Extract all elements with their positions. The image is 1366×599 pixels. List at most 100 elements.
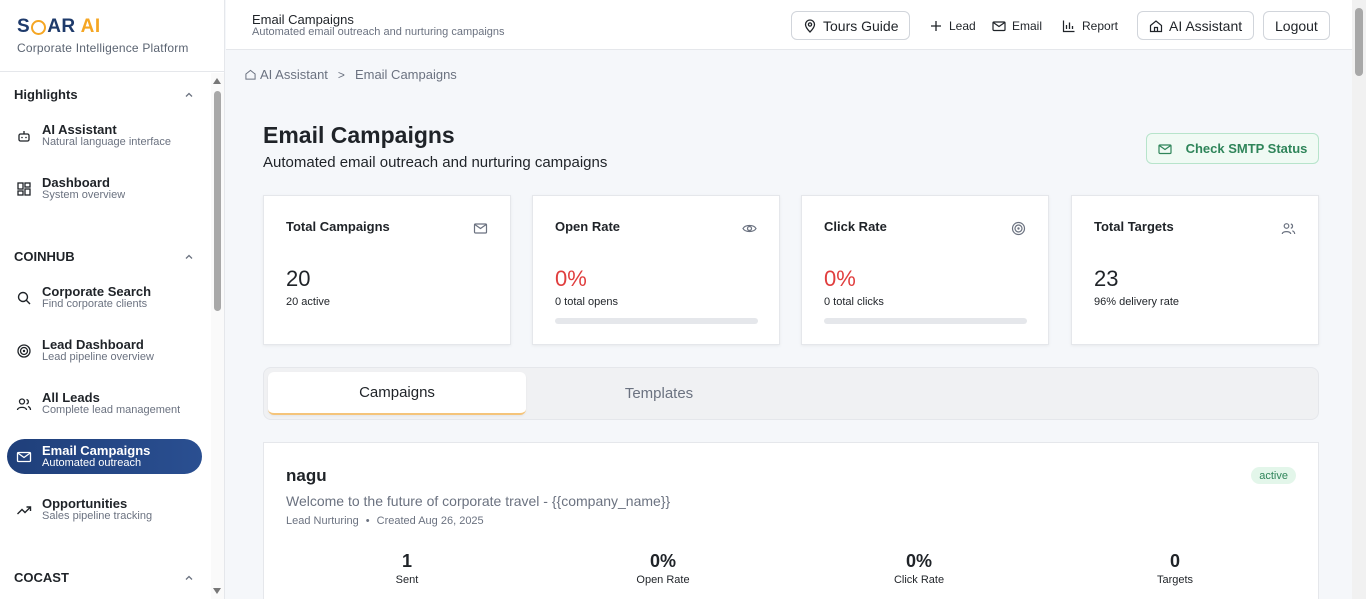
stat-label: Click Rate: [824, 219, 887, 234]
sidebar-scrollbar[interactable]: [211, 73, 224, 599]
sidebar-item-sub: Find corporate clients: [42, 298, 148, 310]
logo-text-1: S: [17, 16, 31, 37]
breadcrumb: AI Assistant > Email Campaigns: [245, 67, 457, 82]
stat-label: Total Campaigns: [286, 219, 390, 234]
breadcrumb-separator: >: [337, 67, 345, 82]
sidebar-item-sub: System overview: [42, 189, 126, 201]
mail-icon: [473, 223, 488, 234]
campaign-card[interactable]: nagu active Welcome to the future of cor…: [263, 442, 1319, 599]
metric-label: Targets: [1156, 574, 1194, 586]
stat-card-total-targets: Total Targets 23 96% delivery rate: [1071, 195, 1319, 345]
metric-label: Sent: [395, 574, 419, 586]
scrollbar-thumb[interactable]: [214, 91, 221, 311]
scroll-up-arrow-icon[interactable]: [213, 78, 221, 84]
mail-icon: [992, 20, 1006, 31]
stat-card-click-rate: Click Rate 0% 0 total clicks: [801, 195, 1049, 345]
bar-chart-icon: [1062, 20, 1075, 32]
metric-value: 0: [1169, 551, 1180, 571]
search-icon: [17, 291, 31, 304]
sidebar-item-sub: Natural language interface: [42, 136, 172, 148]
sidebar-item-sub: Sales pipeline tracking: [42, 510, 153, 522]
stat-value: 23: [1094, 266, 1119, 291]
metric-targets: 0 Targets: [1115, 551, 1235, 586]
campaign-created: Created Aug 26, 2025: [376, 515, 484, 527]
ai-assistant-button[interactable]: AI Assistant: [1137, 11, 1255, 40]
mail-icon: [1157, 143, 1172, 154]
breadcrumb-root[interactable]: AI Assistant: [260, 67, 328, 82]
sidebar-nav: Highlights AI Assistant Natural language …: [0, 73, 210, 599]
stat-value: 0%: [824, 266, 856, 291]
chevron-up-icon: [185, 575, 193, 580]
tab-campaigns[interactable]: Campaigns: [268, 372, 526, 415]
tabs: Campaigns Templates: [263, 367, 1319, 420]
section-cocast[interactable]: COCAST: [14, 570, 194, 585]
sidebar-item-all-leads[interactable]: All Leads Complete lead management: [7, 386, 202, 421]
metric-value: 0%: [905, 551, 932, 571]
mail-icon: [16, 451, 32, 462]
status-badge: active: [1251, 467, 1296, 484]
sidebar-item-sub: Automated outreach: [42, 457, 142, 469]
map-pin-icon: [804, 18, 816, 33]
target-icon: [1011, 221, 1026, 236]
sidebar-item-opportunities[interactable]: Opportunities Sales pipeline tracking: [7, 492, 202, 527]
section-title: COCAST: [14, 570, 69, 585]
sidebar-item-label: Lead Dashboard: [42, 336, 144, 352]
topbar: Email Campaigns Automated email outreach…: [226, 0, 1352, 50]
tours-guide-button[interactable]: Tours Guide: [791, 11, 911, 40]
topbar-subtitle: Automated email outreach and nurturing c…: [252, 26, 505, 38]
plus-icon: [931, 20, 941, 31]
page-subtitle: Automated email outreach and nurturing c…: [263, 154, 608, 171]
add-lead-button[interactable]: Lead: [929, 11, 976, 40]
section-coinhub[interactable]: COINHUB: [14, 249, 194, 264]
metric-open-rate: 0% Open Rate: [603, 551, 723, 586]
logo-robot-icon: [31, 19, 47, 35]
sidebar-item-corporate-search[interactable]: Corporate Search Find corporate clients: [7, 280, 202, 315]
chevron-up-icon: [185, 254, 193, 259]
sidebar: S AR AI Corporate Intelligence Platform …: [0, 0, 225, 599]
stat-card-open-rate: Open Rate 0% 0 total opens: [532, 195, 780, 345]
sidebar-item-label: Opportunities: [42, 495, 128, 511]
section-highlights[interactable]: Highlights: [14, 87, 194, 102]
sidebar-item-dashboard[interactable]: Dashboard System overview: [7, 171, 202, 206]
stat-label: Open Rate: [555, 219, 621, 234]
sidebar-item-label: Corporate Search: [42, 283, 152, 299]
sidebar-item-label: Email Campaigns: [42, 442, 151, 458]
campaign-meta: Lead Nurturing • Created Aug 26, 2025: [286, 515, 484, 527]
metric-label: Open Rate: [636, 574, 690, 586]
email-button[interactable]: Email: [992, 11, 1042, 40]
stat-note: 20 active: [286, 296, 331, 308]
sidebar-item-email-campaigns[interactable]: Email Campaigns Automated outreach: [7, 439, 202, 474]
check-smtp-status-button[interactable]: Check SMTP Status: [1146, 133, 1319, 164]
stat-note: 0 total opens: [555, 296, 618, 308]
sidebar-item-label: All Leads: [42, 389, 100, 405]
logout-button[interactable]: Logout: [1263, 11, 1330, 40]
stat-label: Total Targets: [1094, 219, 1174, 234]
breadcrumb-current: Email Campaigns: [354, 67, 457, 82]
stat-note: 96% delivery rate: [1094, 296, 1179, 308]
report-label: Report: [1082, 18, 1119, 33]
target-icon: [17, 343, 31, 358]
sidebar-item-sub: Lead pipeline overview: [42, 351, 154, 363]
bot-icon: [18, 130, 30, 142]
scroll-down-arrow-icon[interactable]: [213, 588, 221, 594]
stat-value: 0%: [555, 266, 587, 291]
sidebar-item-ai-assistant[interactable]: AI Assistant Natural language interface: [7, 118, 202, 153]
logo[interactable]: S AR AI: [17, 16, 224, 38]
sidebar-item-lead-dashboard[interactable]: Lead Dashboard Lead pipeline overview: [7, 333, 202, 368]
tab-templates[interactable]: Templates: [530, 372, 788, 415]
logo-ai-text: AI: [80, 16, 101, 37]
progress-bar: [824, 318, 1027, 324]
scrollbar-thumb[interactable]: [1355, 8, 1363, 76]
check-smtp-status-label: Check SMTP Status: [1185, 141, 1308, 156]
report-button[interactable]: Report: [1062, 11, 1118, 40]
eye-icon: [742, 224, 757, 233]
ai-assistant-label: AI Assistant: [1169, 17, 1243, 34]
stat-value: 20: [286, 266, 311, 291]
main-scrollbar[interactable]: [1352, 0, 1366, 599]
chevron-up-icon: [185, 92, 193, 97]
brand-subtitle: Corporate Intelligence Platform: [17, 41, 189, 55]
home-icon: [1149, 19, 1163, 32]
logo-text-2: AR: [47, 16, 76, 37]
metric-sent: 1 Sent: [347, 551, 467, 586]
email-label: Email: [1012, 18, 1043, 33]
